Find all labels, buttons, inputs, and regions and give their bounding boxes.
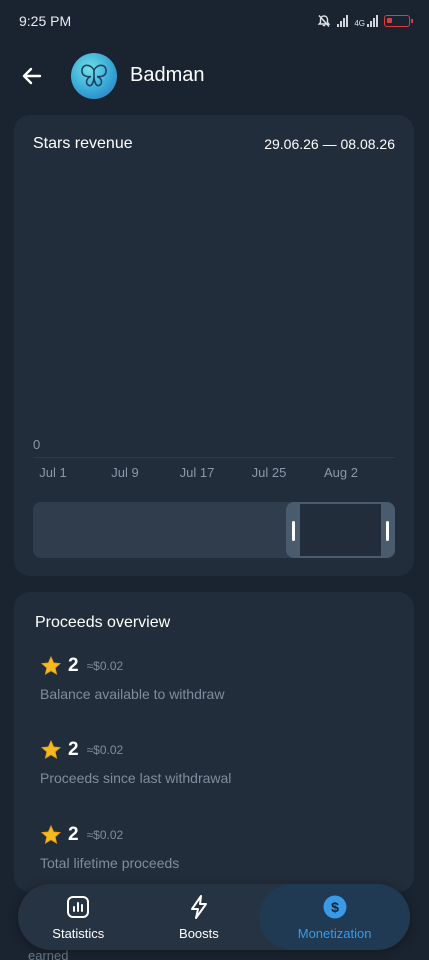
arrow-left-icon[interactable] xyxy=(20,64,44,88)
proceeds-usd: ≈$0.02 xyxy=(86,828,124,842)
zoom-right-handle[interactable] xyxy=(386,521,389,541)
chart-baseline xyxy=(33,457,395,458)
proceeds-label: Balance available to withdraw xyxy=(40,686,225,702)
proceeds-amount: 2 xyxy=(68,824,79,845)
proceeds-usd: ≈$0.02 xyxy=(86,659,124,673)
proceeds-item: 2 ≈$0.02 Balance available to withdraw xyxy=(40,654,400,702)
tab-statistics[interactable]: Statistics xyxy=(18,884,139,950)
channel-header: Badman xyxy=(0,50,429,102)
x-tick-label: Jul 25 xyxy=(251,465,287,480)
status-bar: 9:25 PM 4G xyxy=(0,0,429,42)
star-icon xyxy=(40,655,62,676)
zoom-window[interactable] xyxy=(286,502,395,558)
proceeds-overview-card: Proceeds overview 2 ≈$0.02 Balance avail… xyxy=(14,592,414,892)
proceeds-item: 2 ≈$0.02 Total lifetime proceeds xyxy=(40,823,400,871)
star-icon xyxy=(40,739,62,760)
lightning-icon xyxy=(190,894,207,919)
channel-name[interactable]: Badman xyxy=(130,64,205,87)
chart-zoom-slider[interactable] xyxy=(33,502,395,558)
x-tick-label: Jul 9 xyxy=(111,465,139,480)
svg-text:$: $ xyxy=(331,899,339,915)
proceeds-item: 2 ≈$0.02 Proceeds since last withdrawal xyxy=(40,738,400,786)
x-axis-labels: Jul 1 Jul 9 Jul 17 Jul 25 Aug 2 xyxy=(14,465,414,483)
bar-chart-icon xyxy=(67,895,90,918)
stars-revenue-card: Stars revenue 29.06.26 — 08.08.26 0 Jul … xyxy=(14,115,414,576)
tab-boosts[interactable]: Boosts xyxy=(139,884,260,950)
tab-label: Monetization xyxy=(297,925,372,941)
x-tick-label: Jul 17 xyxy=(179,465,215,480)
x-tick-label: Jul 1 xyxy=(39,465,67,480)
dollar-coin-icon: $ xyxy=(323,895,347,918)
zoom-left-handle[interactable] xyxy=(292,521,295,541)
chart-title: Stars revenue xyxy=(33,135,133,152)
signal-icon xyxy=(337,15,349,27)
chart-date-range: 29.06.26 — 08.08.26 xyxy=(264,136,395,152)
proceeds-label: Total lifetime proceeds xyxy=(40,855,180,871)
y-tick-label: 0 xyxy=(33,437,41,452)
proceeds-amount: 2 xyxy=(68,655,79,676)
proceeds-amount: 2 xyxy=(68,739,79,760)
proceeds-label: Proceeds since last withdrawal xyxy=(40,770,232,786)
proceeds-title: Proceeds overview xyxy=(35,614,171,631)
butterfly-icon xyxy=(81,64,107,87)
tab-monetization[interactable]: $ Monetization xyxy=(259,884,410,950)
tab-label: Statistics xyxy=(52,925,105,941)
proceeds-usd: ≈$0.02 xyxy=(86,743,124,757)
battery-icon xyxy=(384,15,413,27)
tab-label: Boosts xyxy=(179,925,219,941)
bottom-nav: Statistics Boosts $ Monetization xyxy=(18,884,410,950)
x-tick-label: Aug 2 xyxy=(324,465,358,480)
avatar[interactable] xyxy=(71,53,117,99)
star-icon xyxy=(40,824,62,845)
status-time: 9:25 PM xyxy=(19,13,72,29)
network-icon: 4G xyxy=(354,15,378,28)
mute-icon xyxy=(317,14,331,28)
network-label: 4G xyxy=(354,19,365,28)
status-icons: 4G xyxy=(317,14,413,28)
